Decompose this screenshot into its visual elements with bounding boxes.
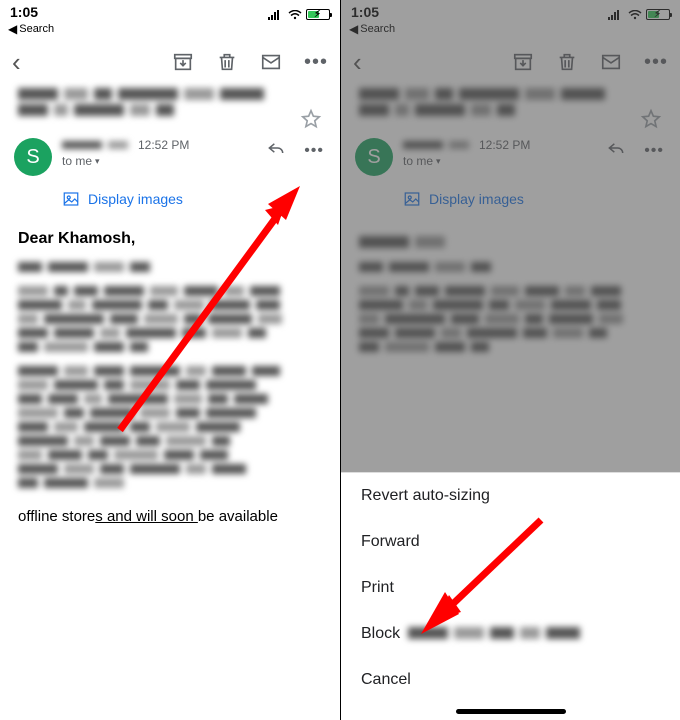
chevron-down-icon: ▾ xyxy=(95,156,100,167)
visible-body-fragment: offline stores and will soon be availabl… xyxy=(0,508,340,525)
body-paragraph-redacted xyxy=(18,366,322,488)
email-body: Dear Khamosh, xyxy=(0,216,340,508)
battery-icon: ⚡︎ xyxy=(646,9,670,20)
greeting-line: Dear Khamosh, xyxy=(18,230,322,248)
avatar-letter: S xyxy=(367,146,380,169)
chevron-down-icon: ▾ xyxy=(436,156,441,167)
sender-name-redacted xyxy=(403,141,469,149)
wifi-icon xyxy=(288,10,302,20)
status-bar: 1:05 ⚡︎ xyxy=(0,0,340,20)
battery-icon: ⚡︎ xyxy=(306,9,330,20)
sender-timestamp: 12:52 PM xyxy=(479,138,530,152)
sheet-forward[interactable]: Forward xyxy=(341,519,680,565)
body-paragraph-redacted xyxy=(359,236,662,248)
more-icon[interactable]: ••• xyxy=(644,52,668,72)
sender-row: S 12:52 PM to me ▾ ••• xyxy=(0,120,340,182)
body-paragraph-redacted xyxy=(359,286,662,352)
trash-icon[interactable] xyxy=(556,51,578,73)
display-images-label: Display images xyxy=(429,191,524,207)
avatar[interactable]: S xyxy=(355,138,393,176)
mail-toolbar: ‹ ••• xyxy=(0,42,340,82)
action-sheet: Revert auto-sizing Forward Print Block C… xyxy=(341,472,680,720)
chevron-left-icon: ◀︎ xyxy=(8,22,17,36)
nav-back-label: Search xyxy=(360,23,395,35)
phone-left: 1:05 ⚡︎ ◀︎ Search ‹ ••• S 12:52 xyxy=(0,0,340,720)
avatar-letter: S xyxy=(26,146,39,169)
nav-back-label: Search xyxy=(19,23,54,35)
message-more-icon[interactable]: ••• xyxy=(304,143,324,159)
sender-name-redacted xyxy=(62,141,128,149)
envelope-icon[interactable] xyxy=(260,51,282,73)
message-more-icon[interactable]: ••• xyxy=(644,143,664,159)
recipient-label: to me xyxy=(62,154,92,168)
sheet-print[interactable]: Print xyxy=(341,565,680,611)
sender-timestamp: 12:52 PM xyxy=(138,138,189,152)
image-icon xyxy=(403,190,421,208)
trash-icon[interactable] xyxy=(216,51,238,73)
home-indicator[interactable] xyxy=(456,709,566,714)
nav-back-search[interactable]: ◀︎ Search xyxy=(0,20,340,42)
archive-icon[interactable] xyxy=(512,51,534,73)
phone-right: 1:05 ⚡︎ ◀︎ Search ‹ ••• S 12:52 xyxy=(340,0,680,720)
body-paragraph-redacted xyxy=(18,286,322,352)
wifi-icon xyxy=(628,10,642,20)
subject-area xyxy=(0,82,340,116)
sender-row: S 12:52 PM to me ▾ ••• xyxy=(341,120,680,182)
envelope-icon[interactable] xyxy=(600,51,622,73)
archive-icon[interactable] xyxy=(172,51,194,73)
reply-icon[interactable] xyxy=(606,138,626,163)
display-images-label: Display images xyxy=(88,191,183,207)
body-paragraph-redacted xyxy=(18,262,322,272)
avatar[interactable]: S xyxy=(14,138,52,176)
email-body xyxy=(341,216,680,372)
cell-signal-icon xyxy=(268,10,284,20)
block-name-redacted xyxy=(408,627,660,641)
subject-area xyxy=(341,82,680,116)
image-icon xyxy=(62,190,80,208)
sheet-block-label: Block xyxy=(361,625,400,643)
mail-toolbar: ‹ ••• xyxy=(341,42,680,82)
body-paragraph-redacted xyxy=(359,262,662,272)
recipient-label: to me xyxy=(403,154,433,168)
more-icon[interactable]: ••• xyxy=(304,52,328,72)
reply-icon[interactable] xyxy=(266,138,286,163)
nav-back-search[interactable]: ◀︎ Search xyxy=(341,20,680,42)
cell-signal-icon xyxy=(608,10,624,20)
sheet-cancel[interactable]: Cancel xyxy=(341,657,680,703)
status-bar: 1:05 ⚡︎ xyxy=(341,0,680,20)
chevron-left-icon: ◀︎ xyxy=(349,22,358,36)
back-button[interactable]: ‹ xyxy=(353,47,362,78)
sheet-block[interactable]: Block xyxy=(341,611,680,657)
sheet-revert-auto-sizing[interactable]: Revert auto-sizing xyxy=(341,473,680,519)
display-images-button[interactable]: Display images xyxy=(0,182,340,216)
status-time: 1:05 xyxy=(351,4,379,20)
display-images-button[interactable]: Display images xyxy=(341,182,680,216)
back-button[interactable]: ‹ xyxy=(12,47,21,78)
status-time: 1:05 xyxy=(10,4,38,20)
